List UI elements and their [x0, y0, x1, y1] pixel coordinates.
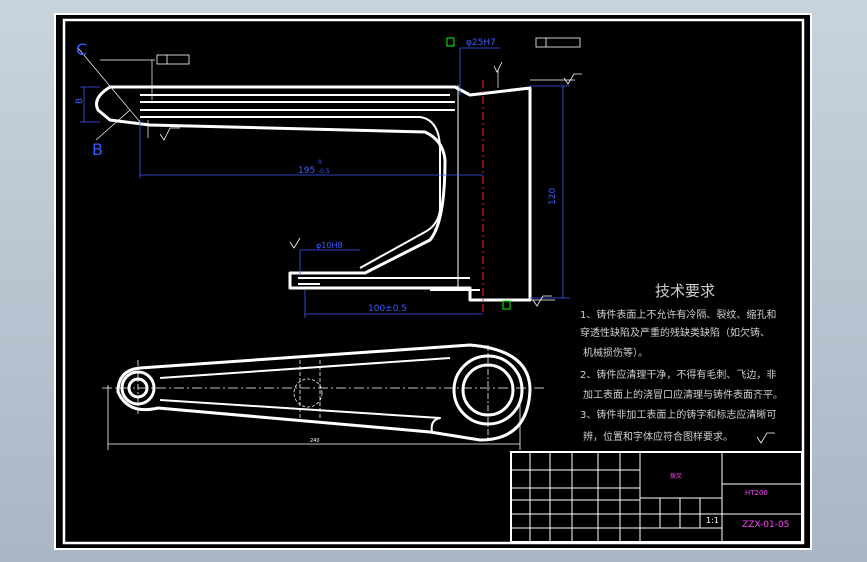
label-c: C — [76, 40, 87, 59]
tech-line: 2、铸件应清理干净，不得有毛刺、飞边，非 — [580, 368, 776, 381]
dim-height-right: 120 — [548, 188, 558, 205]
svg-text:240: 240 — [310, 438, 320, 444]
dim-bore-small: φ10H8 — [316, 241, 343, 250]
tech-line: 加工表面上的浇冒口应清理与铸件表面齐平。 — [583, 388, 783, 401]
dim-length-top-tol: -0.5 — [318, 168, 330, 175]
tech-line: 穿透性缺陷及严重的残缺类缺陷（如欠铸、 — [580, 326, 770, 339]
dim-bore-top: φ25H7 — [466, 38, 496, 48]
tech-line: 3、铸件非加工表面上的铸字和标志应清晰可 — [580, 408, 776, 421]
title-material: HT200 — [745, 489, 768, 497]
tech-line: 辨，位置和字体应符合图样要求。 — [583, 430, 733, 443]
tech-title: 技术要求 — [655, 282, 715, 300]
tech-line: 机械损伤等）。 — [583, 346, 648, 359]
label-b: B — [92, 140, 103, 159]
cad-drawing: 195 -0.5 0 120 100±0.5 φ25H7 φ10H8 B C B… — [54, 13, 812, 550]
dim-bottom-length: 100±0.5 — [368, 304, 407, 314]
title-scale: 1:1 — [706, 516, 719, 525]
svg-text:0: 0 — [318, 159, 322, 166]
dim-length-top: 195 — [298, 166, 315, 176]
dim-left-width: B — [75, 98, 85, 104]
title-drawing-no: ZZX-01-05 — [742, 520, 789, 530]
title-part-name: 拨叉 — [670, 472, 682, 480]
tech-line: 1、铸件表面上不允许有冷隔、裂纹、缩孔和 — [580, 308, 776, 321]
